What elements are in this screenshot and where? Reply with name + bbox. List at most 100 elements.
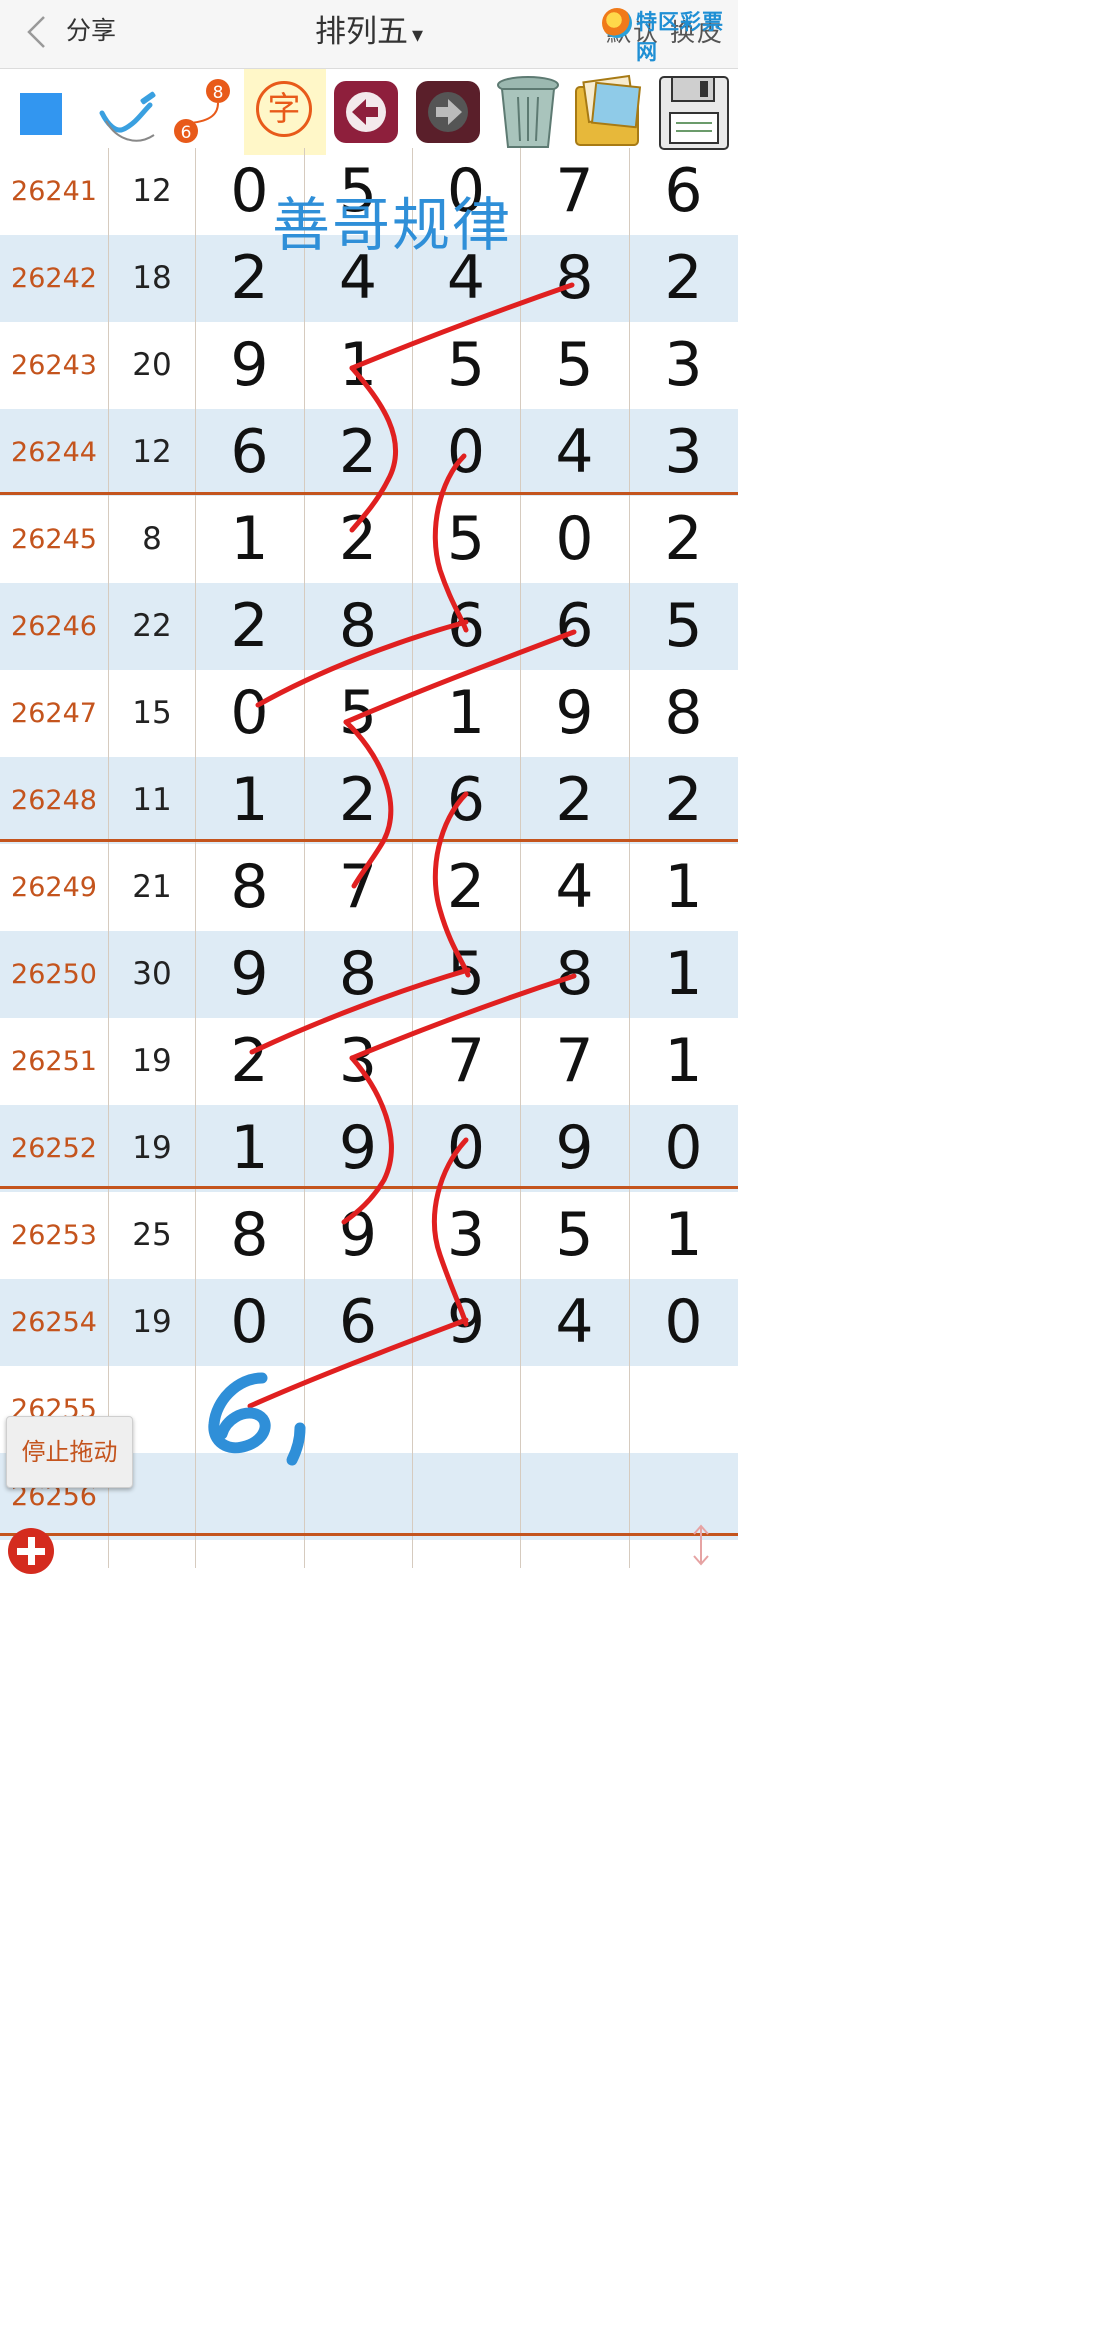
- issue-number: 26244: [11, 437, 97, 468]
- add-icon[interactable]: [8, 1528, 54, 1574]
- digit-cell[interactable]: [412, 1453, 520, 1540]
- digit-cell[interactable]: 8: [520, 931, 629, 1018]
- digit-cell[interactable]: [304, 1453, 412, 1540]
- table-row: 26243 20 9 1 5 5 3: [0, 322, 738, 409]
- digit-cell[interactable]: [195, 1366, 304, 1453]
- digit-cell[interactable]: 7: [520, 148, 629, 235]
- digit-cell[interactable]: 8: [195, 1192, 304, 1279]
- digit-cell[interactable]: 1: [629, 844, 738, 931]
- digit-cell[interactable]: 3: [629, 322, 738, 409]
- digit-cell[interactable]: 8: [304, 931, 412, 1018]
- digit-cell[interactable]: 6: [412, 757, 520, 844]
- digit-cell[interactable]: 3: [412, 1192, 520, 1279]
- digit-cell[interactable]: 5: [412, 322, 520, 409]
- digit-cell[interactable]: [520, 1453, 629, 1540]
- digit-cell[interactable]: 2: [304, 496, 412, 583]
- issue-number: 26251: [11, 1046, 97, 1077]
- digit-cell[interactable]: 2: [629, 235, 738, 322]
- digit-cell[interactable]: 5: [520, 1192, 629, 1279]
- digit-cell[interactable]: 9: [195, 322, 304, 409]
- digit-cell[interactable]: 5: [520, 322, 629, 409]
- digit-cell[interactable]: 3: [304, 1018, 412, 1105]
- digit-cell[interactable]: 9: [412, 1279, 520, 1366]
- blue-square-icon[interactable]: [20, 93, 62, 135]
- digit-cell[interactable]: 9: [520, 670, 629, 757]
- digit-cell[interactable]: 2: [304, 409, 412, 496]
- text-tool-button[interactable]: 字: [244, 69, 326, 155]
- table-row: 26254 19 0 6 9 4 0: [0, 1279, 738, 1366]
- digit-sum: 18: [132, 260, 172, 296]
- table-row: 26249 21 8 7 2 4 1: [0, 844, 738, 931]
- digit-cell[interactable]: 7: [304, 844, 412, 931]
- digit-cell[interactable]: 5: [629, 583, 738, 670]
- digit-cell[interactable]: 0: [195, 1279, 304, 1366]
- digit-cell[interactable]: [304, 1366, 412, 1453]
- digit-cell[interactable]: 6: [629, 148, 738, 235]
- header-bar: 分享 排列五 ▾ 默认 换皮 特区彩票网: [0, 0, 738, 69]
- digit-cell[interactable]: 6: [520, 583, 629, 670]
- digit-cell[interactable]: 1: [195, 496, 304, 583]
- digit-cell[interactable]: 1: [195, 757, 304, 844]
- digit-cell[interactable]: 4: [520, 1279, 629, 1366]
- digit-cell[interactable]: 2: [629, 496, 738, 583]
- arrow-left-icon[interactable]: [332, 79, 400, 145]
- digit-cell[interactable]: 6: [412, 583, 520, 670]
- digit-cell[interactable]: 0: [520, 496, 629, 583]
- digit-cell[interactable]: [520, 1366, 629, 1453]
- table-row: 26246 22 2 8 6 6 5: [0, 583, 738, 670]
- digit-cell[interactable]: 0: [629, 1105, 738, 1192]
- digit-cell[interactable]: [195, 1453, 304, 1540]
- digit-cell[interactable]: 5: [304, 670, 412, 757]
- digit-cell[interactable]: 0: [629, 1279, 738, 1366]
- digit-cell[interactable]: 9: [304, 1105, 412, 1192]
- annotation-title: 善哥规律: [272, 191, 513, 259]
- digit-cell[interactable]: 8: [195, 844, 304, 931]
- digit-cell[interactable]: 2: [195, 1018, 304, 1105]
- digit-cell[interactable]: 1: [629, 931, 738, 1018]
- digit-cell[interactable]: [629, 1366, 738, 1453]
- digit-cell[interactable]: 5: [412, 496, 520, 583]
- digit-cell[interactable]: 4: [520, 844, 629, 931]
- table-row: 26245 8 1 2 5 0 2: [0, 496, 738, 583]
- digit-cell[interactable]: [629, 1453, 738, 1540]
- photos-icon[interactable]: [570, 69, 650, 155]
- digit-cell[interactable]: 8: [629, 670, 738, 757]
- digit-cell[interactable]: [412, 1366, 520, 1453]
- digit-cell[interactable]: 2: [520, 757, 629, 844]
- digit-cell[interactable]: 7: [520, 1018, 629, 1105]
- digit-cell[interactable]: 1: [629, 1018, 738, 1105]
- digit-cell[interactable]: 6: [304, 1279, 412, 1366]
- stop-drag-button[interactable]: 停止拖动: [6, 1416, 133, 1488]
- digit-cell[interactable]: 2: [304, 757, 412, 844]
- grid-line: [520, 148, 521, 1568]
- digit-cell[interactable]: 1: [304, 322, 412, 409]
- digit-cell[interactable]: 1: [195, 1105, 304, 1192]
- group-separator: [0, 1186, 738, 1189]
- digit-cell[interactable]: 2: [195, 583, 304, 670]
- scroll-handle-icon[interactable]: [686, 1522, 716, 1568]
- pen-check-icon[interactable]: [96, 69, 162, 155]
- digit-cell[interactable]: 8: [304, 583, 412, 670]
- connect-6-8-icon[interactable]: 8 6: [172, 69, 236, 155]
- floppy-disk-icon[interactable]: [654, 69, 734, 155]
- digit-cell[interactable]: 3: [629, 409, 738, 496]
- digit-cell[interactable]: 2: [629, 757, 738, 844]
- digit-cell[interactable]: 9: [520, 1105, 629, 1192]
- digit-cell[interactable]: 9: [195, 931, 304, 1018]
- trash-icon[interactable]: [490, 69, 566, 155]
- digit-cell[interactable]: 0: [412, 409, 520, 496]
- arrow-right-icon[interactable]: [414, 79, 482, 145]
- digit-cell[interactable]: 4: [520, 409, 629, 496]
- digit-cell[interactable]: 0: [195, 670, 304, 757]
- issue-number: 26243: [11, 350, 97, 381]
- digit-cell[interactable]: 1: [412, 670, 520, 757]
- digit-cell[interactable]: 7: [412, 1018, 520, 1105]
- digit-cell[interactable]: 1: [629, 1192, 738, 1279]
- digit-cell[interactable]: 6: [195, 409, 304, 496]
- digit-cell[interactable]: 0: [412, 1105, 520, 1192]
- digit-cell[interactable]: 2: [412, 844, 520, 931]
- digit-cell[interactable]: 5: [412, 931, 520, 1018]
- digit-cell[interactable]: 9: [304, 1192, 412, 1279]
- digit-cell[interactable]: 8: [520, 235, 629, 322]
- site-watermark: 特区彩票网: [602, 6, 734, 64]
